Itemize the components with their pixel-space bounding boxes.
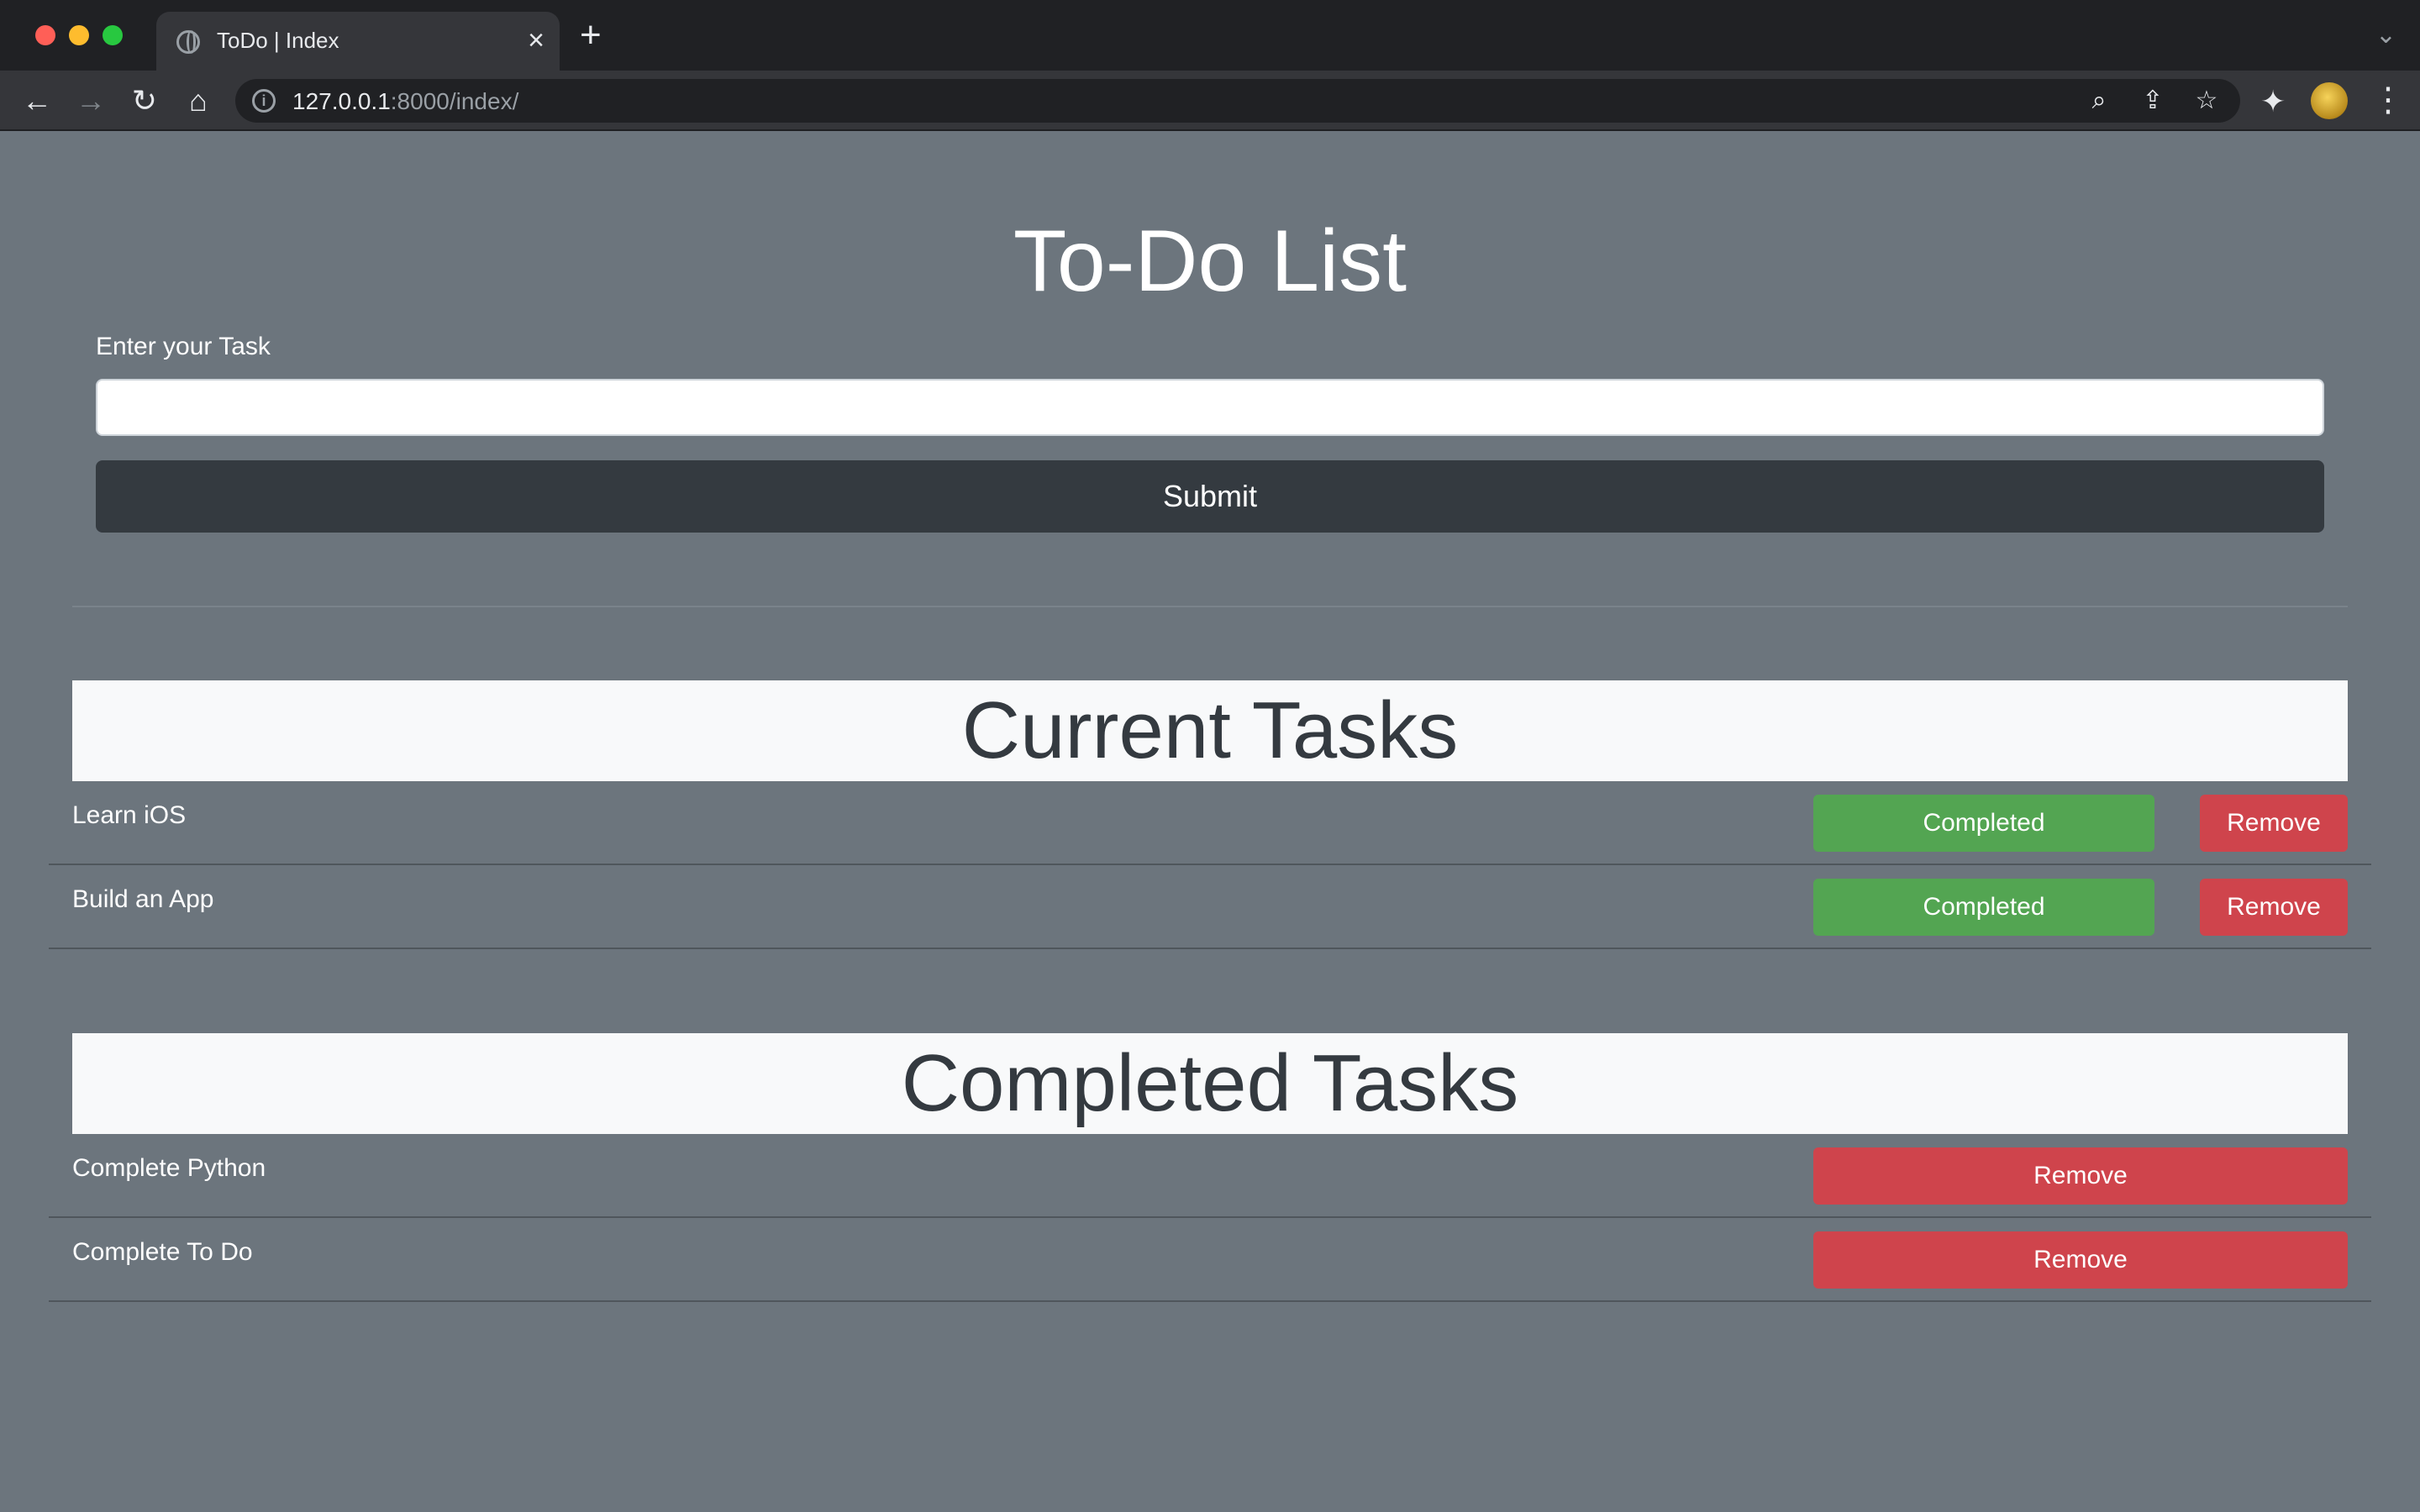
submit-button[interactable]: Submit [96,460,2324,533]
url-text[interactable]: 127.0.0.1:8000/index/ [292,88,518,115]
current-tasks-header: Current Tasks [72,680,2348,781]
share-icon[interactable]: ⇪ [2138,86,2168,116]
completed-task-row: Complete To Do Remove [49,1218,2371,1302]
task-text: Complete To Do [72,1238,253,1266]
task-input[interactable] [96,379,2324,436]
maximize-window-button[interactable] [103,25,123,45]
task-text: Complete Python [72,1154,266,1182]
completed-tasks-header: Completed Tasks [72,1033,2348,1134]
remove-button[interactable]: Remove [1813,1147,2348,1205]
new-tab-button[interactable]: + [580,17,602,54]
star-icon[interactable]: ☆ [2191,86,2222,116]
forward-icon[interactable]: → [71,81,111,121]
url-host: 127.0.0.1 [292,88,391,114]
completed-button[interactable]: Completed [1813,795,2154,852]
back-icon[interactable]: ← [17,81,57,121]
task-text: Build an App [72,885,214,913]
address-bar[interactable]: i 127.0.0.1:8000/index/ ⌕ ⇪ ☆ [235,79,2240,123]
info-icon[interactable]: i [252,89,276,113]
tab-title: ToDo | Index [217,28,339,53]
browser-titlebar: ToDo | Index × + ⌄ [0,0,2420,71]
minimize-window-button[interactable] [69,25,89,45]
zoom-icon[interactable]: ⌕ [2084,86,2114,116]
remove-button[interactable]: Remove [2200,879,2348,936]
page-content: To-Do List Enter your Task Submit Curren… [0,131,2420,1512]
task-row: Build an App Completed Remove [49,865,2371,949]
chevron-down-icon[interactable]: ⌄ [2375,20,2396,50]
close-window-button[interactable] [35,25,55,45]
close-icon[interactable]: × [528,24,544,57]
extensions-icon[interactable]: ✦ [2260,84,2286,119]
home-icon[interactable]: ⌂ [178,81,218,121]
reload-icon[interactable]: ↻ [124,81,165,121]
kebab-menu-icon[interactable]: ⋮ [2371,79,2405,121]
avatar[interactable] [2311,82,2348,119]
browser-toolbar: ← → ↻ ⌂ i 127.0.0.1:8000/index/ ⌕ ⇪ ☆ ✦ … [0,71,2420,131]
task-input-label: Enter your Task [96,333,271,360]
globe-icon [176,30,200,54]
task-text: Learn iOS [72,801,187,829]
remove-button[interactable]: Remove [1813,1231,2348,1289]
page-title: To-Do List [1013,213,1407,310]
task-row: Learn iOS Completed Remove [49,781,2371,865]
divider [72,606,2348,607]
url-path: :8000/index/ [390,88,519,114]
completed-task-row: Complete Python Remove [49,1134,2371,1218]
browser-tab[interactable]: ToDo | Index × [156,12,560,71]
remove-button[interactable]: Remove [2200,795,2348,852]
completed-button[interactable]: Completed [1813,879,2154,936]
